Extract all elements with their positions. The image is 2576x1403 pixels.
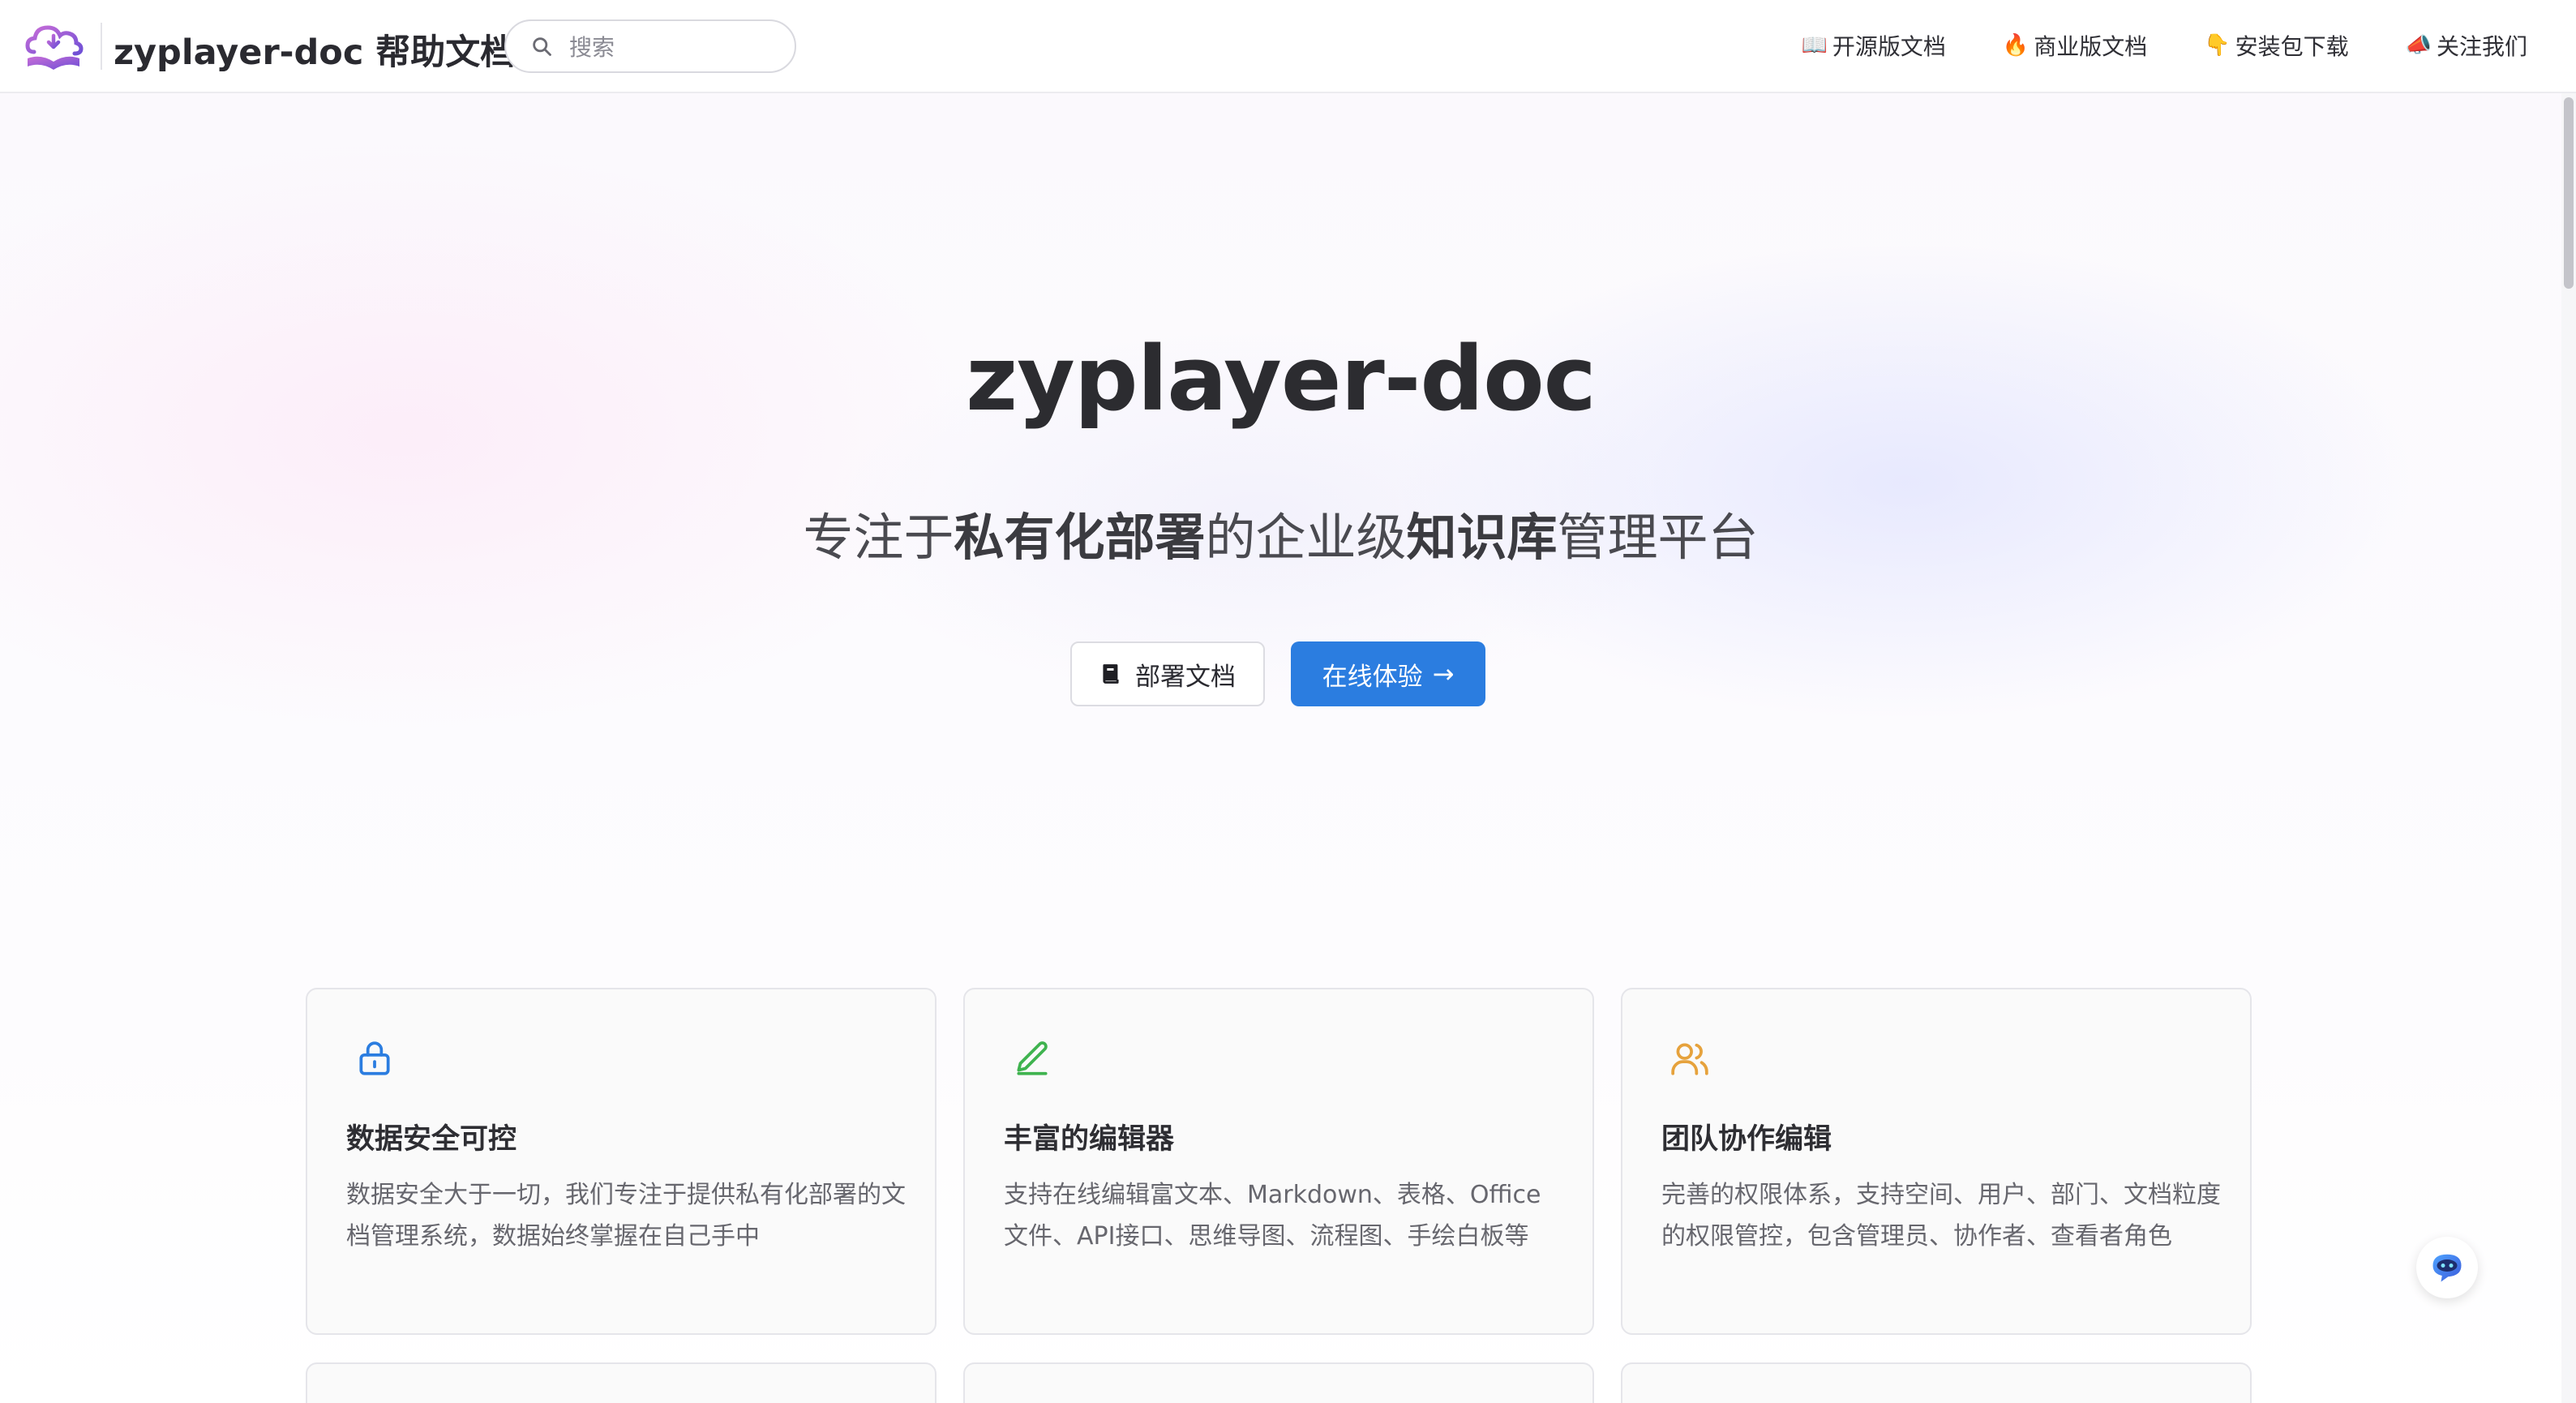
feature-card-partial (963, 1362, 1594, 1403)
online-trial-button[interactable]: 在线体验 → (1291, 641, 1485, 706)
feature-title: 丰富的编辑器 (1004, 1123, 1175, 1156)
arrow-right-icon: → (1432, 659, 1455, 689)
open-book-icon: 📖 (1801, 33, 1828, 58)
deploy-docs-label: 部署文档 (1135, 662, 1236, 692)
feature-title: 数据安全可控 (346, 1123, 517, 1156)
users-icon (1671, 1043, 1708, 1075)
feature-card-security: 数据安全可控 数据安全大于一切，我们专注于提供私有化部署的文档管理系统，数据始终… (306, 988, 937, 1335)
chat-bot-icon (2432, 1254, 2462, 1282)
nav-link-label: 关注我们 (2436, 33, 2527, 60)
scrollbar-track[interactable] (2561, 93, 2576, 1403)
cloud-book-logo-icon[interactable] (23, 18, 84, 75)
top-navbar: zyplayer-doc 帮助文档 搜索 📖 开源版文档 🔥 商业版文档 👇 安… (0, 0, 2576, 93)
megaphone-icon: 📣 (2405, 33, 2432, 58)
subtitle-bold-2: 知识库 (1406, 508, 1558, 567)
nav-link-label: 商业版文档 (2034, 33, 2148, 60)
search-input[interactable]: 搜索 (504, 19, 796, 73)
hero-title: zyplayer-doc (966, 327, 1597, 431)
lock-icon (359, 1041, 390, 1075)
edit-pen-icon (1017, 1041, 1048, 1075)
subtitle-bold-1: 私有化部署 (954, 508, 1206, 567)
feature-card-partial (1621, 1362, 2252, 1403)
feature-title: 团队协作编辑 (1661, 1123, 1832, 1156)
hero-subtitle: 专注于私有化部署的企业级知识库管理平台 (0, 496, 2561, 569)
feature-card-partial (306, 1362, 937, 1403)
logo-divider (101, 23, 102, 70)
subtitle-text-3: 管理平台 (1557, 508, 1759, 567)
nav-links: 📖 开源版文档 🔥 商业版文档 👇 安装包下载 📣 关注我们 (1744, 0, 2527, 91)
feature-description: 支持在线编辑富文本、Markdown、表格、Office文件、API接口、思维导… (1004, 1181, 1541, 1251)
feature-card-editor: 丰富的编辑器 支持在线编辑富文本、Markdown、表格、Office文件、AP… (963, 988, 1594, 1335)
hero-section: zyplayer-doc 专注于私有化部署的企业级知识库管理平台 部署文档 在线… (0, 93, 2561, 1403)
nav-link-follow-us[interactable]: 📣 关注我们 (2406, 29, 2527, 62)
deploy-docs-button[interactable]: 部署文档 (1070, 641, 1265, 706)
nav-link-commercial-docs[interactable]: 🔥 商业版文档 (2003, 29, 2147, 62)
page: zyplayer-doc 专注于私有化部署的企业级知识库管理平台 部署文档 在线… (0, 0, 2576, 1403)
nav-link-download[interactable]: 👇 安装包下载 (2204, 29, 2348, 62)
subtitle-text-2: 的企业级 (1205, 508, 1407, 567)
nav-link-opensource-docs[interactable]: 📖 开源版文档 (1801, 29, 1945, 62)
feature-card-collaboration: 团队协作编辑 完善的权限体系，支持空间、用户、部门、文档粒度的权限管控，包含管理… (1621, 988, 2252, 1335)
fire-icon: 🔥 (2002, 33, 2030, 58)
nav-link-label: 开源版文档 (1832, 33, 1946, 60)
book-icon (1103, 664, 1119, 684)
pointing-down-icon: 👇 (2204, 33, 2231, 58)
subtitle-text-1: 专注于 (803, 508, 954, 567)
search-placeholder: 搜索 (569, 34, 615, 61)
chat-assistant-button[interactable] (2416, 1237, 2478, 1298)
search-icon (533, 37, 551, 56)
online-trial-label: 在线体验 (1322, 662, 1423, 692)
site-title[interactable]: zyplayer-doc 帮助文档 (114, 24, 515, 75)
nav-link-label: 安装包下载 (2235, 33, 2349, 60)
feature-description: 数据安全大于一切，我们专注于提供私有化部署的文档管理系统，数据始终掌握在自己手中 (346, 1181, 906, 1251)
scrollbar-thumb[interactable] (2564, 97, 2574, 289)
feature-description: 完善的权限体系，支持空间、用户、部门、文档粒度的权限管控，包含管理员、协作者、查… (1661, 1181, 2221, 1251)
